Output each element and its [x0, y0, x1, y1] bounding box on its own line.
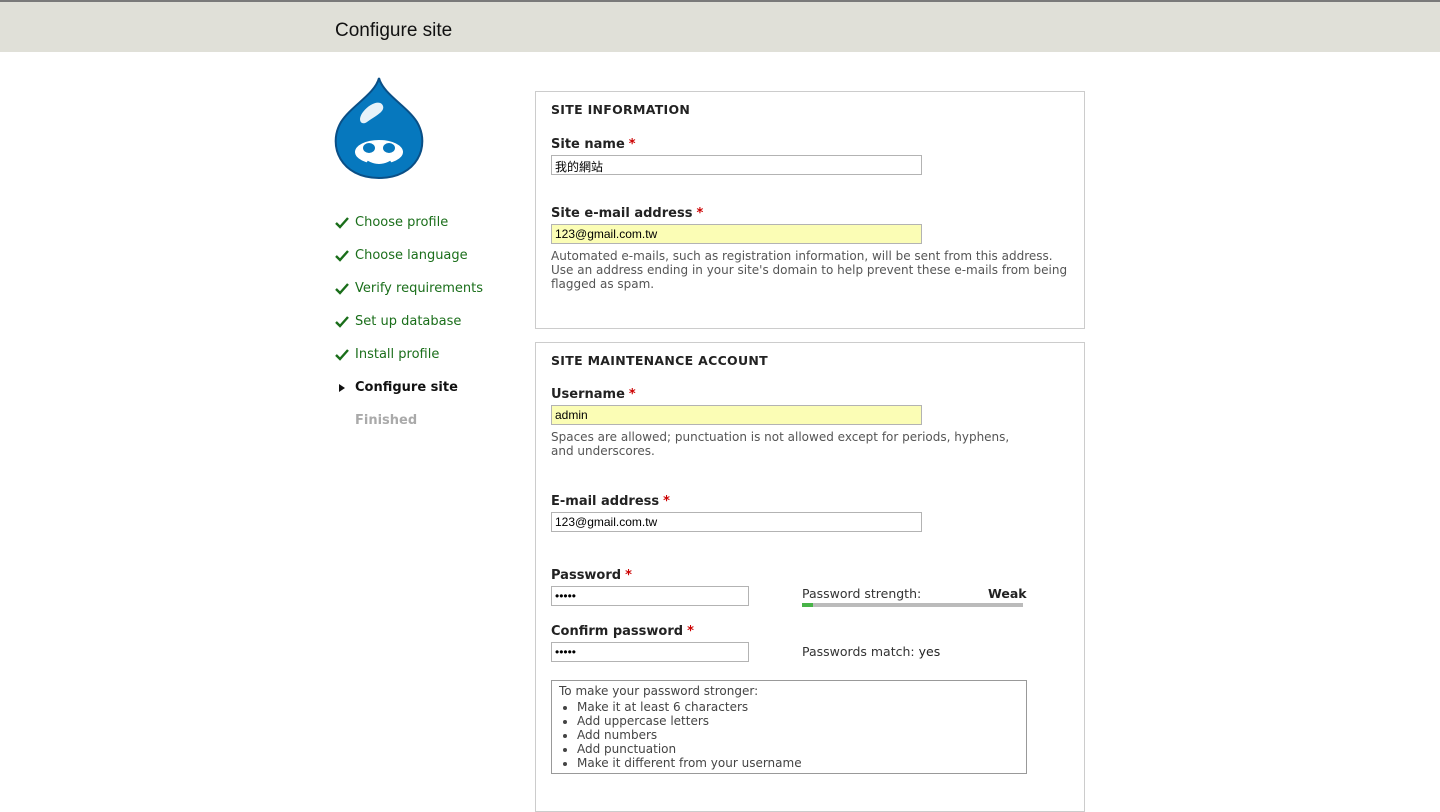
- match-value: yes: [918, 644, 941, 659]
- site-email-description: Automated e-mails, such as registration …: [551, 249, 1068, 291]
- label-text: Site e-mail address: [551, 206, 693, 221]
- page-header: Configure site: [0, 2, 1440, 52]
- list-item: Add numbers: [577, 728, 1019, 742]
- step-label: Finished: [355, 413, 418, 428]
- list-item: Make it different from your username: [577, 756, 1019, 770]
- email-input[interactable]: 123@gmail.com.tw: [551, 512, 922, 532]
- step-label: Choose profile: [355, 215, 449, 230]
- checkmark-icon: [335, 316, 349, 328]
- checkmark-icon: [335, 250, 349, 262]
- label-text: Site name: [551, 137, 625, 152]
- step-set-up-database: Set up database: [335, 311, 483, 344]
- username-label: Username *: [551, 387, 636, 402]
- required-marker: *: [687, 624, 694, 639]
- step-label: Set up database: [355, 314, 462, 329]
- step-label: Install profile: [355, 347, 440, 362]
- label-text: E-mail address: [551, 494, 660, 509]
- checkmark-icon: [335, 349, 349, 361]
- suggestions-list: Make it at least 6 characters Add upperc…: [559, 700, 1019, 770]
- password-strength-meter: [802, 603, 1023, 607]
- password-strength-fill: [802, 603, 814, 607]
- fieldset-legend: SITE MAINTENANCE ACCOUNT: [551, 353, 769, 368]
- required-marker: *: [625, 568, 632, 583]
- label-text: Confirm password: [551, 624, 684, 639]
- step-label: Verify requirements: [355, 281, 484, 296]
- step-label: Configure site: [355, 380, 458, 395]
- step-label: Choose language: [355, 248, 468, 263]
- list-item: Make it at least 6 characters: [577, 700, 1019, 714]
- step-finished: Finished: [335, 410, 483, 443]
- passwords-match-status: Passwords match: yes: [802, 644, 940, 659]
- confirm-password-input[interactable]: •••••: [551, 642, 749, 662]
- password-suggestions-box: To make your password stronger: Make it …: [551, 680, 1027, 774]
- required-marker: *: [628, 387, 636, 402]
- list-item: Add uppercase letters: [577, 714, 1019, 728]
- confirm-password-label: Confirm password *: [551, 624, 694, 639]
- drupal-drop-logo-icon: [334, 77, 424, 180]
- checkmark-icon: [335, 217, 349, 229]
- email-label: E-mail address *: [551, 494, 670, 509]
- site-name-input[interactable]: 我的網站: [551, 155, 922, 175]
- step-configure-site: Configure site: [335, 377, 483, 410]
- required-marker: *: [696, 206, 704, 221]
- step-verify-requirements: Verify requirements: [335, 278, 483, 311]
- step-choose-language: Choose language: [335, 245, 483, 278]
- site-name-label: Site name *: [551, 137, 636, 152]
- site-email-input[interactable]: 123@gmail.com.tw: [551, 224, 922, 244]
- password-strength-value: Weak: [988, 586, 1027, 601]
- username-description: Spaces are allowed; punctuation is not a…: [551, 430, 1010, 458]
- label-text: Username: [551, 387, 625, 402]
- required-marker: *: [663, 494, 670, 509]
- password-label: Password *: [551, 568, 632, 583]
- password-input[interactable]: •••••: [551, 586, 749, 606]
- site-email-label: Site e-mail address *: [551, 206, 703, 221]
- suggestions-title: To make your password stronger:: [559, 684, 759, 698]
- step-choose-profile: Choose profile: [335, 212, 483, 245]
- username-input[interactable]: admin: [551, 405, 922, 425]
- label-text: Password: [551, 568, 622, 583]
- match-label: Passwords match:: [802, 644, 915, 659]
- step-install-profile: Install profile: [335, 344, 483, 377]
- checkmark-icon: [335, 283, 349, 295]
- fieldset-legend: SITE INFORMATION: [551, 102, 691, 117]
- required-marker: *: [628, 137, 636, 152]
- site-information-fieldset: SITE INFORMATION Site name * 我的網站 Site e-…: [535, 91, 1085, 329]
- install-steps-list: Choose profile Choose language Verify re…: [335, 212, 483, 443]
- site-maintenance-account-fieldset: SITE MAINTENANCE ACCOUNT Username * admin…: [535, 342, 1085, 812]
- page-title: Configure site: [335, 20, 453, 41]
- password-strength-label: Password strength:: [802, 586, 922, 601]
- list-item: Add punctuation: [577, 742, 1019, 756]
- triangle-right-icon: [339, 384, 345, 392]
